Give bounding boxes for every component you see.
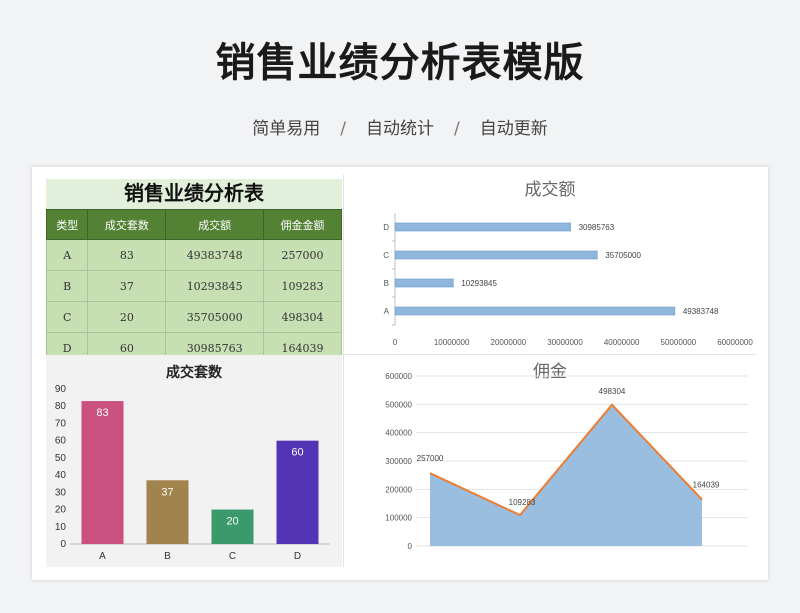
x-tick-label: 40000000 [604,338,640,347]
y-tick-label: 30 [55,487,67,498]
data-label: 49383748 [683,307,719,316]
table-cell: 109283 [263,270,342,302]
tagline-row: 简单易用 / 自动统计 / 自动更新 [0,114,800,139]
category-label: D [294,551,301,562]
commission-chart-svg: 佣金 0 100000 200000 300000 400000 500000 600000 2… [385,362,748,551]
bar-a [394,306,676,316]
y-tick-label: 500000 [385,400,412,409]
y-tick-label: 80 [55,401,67,412]
spreadsheet-preview: 销售业绩分析表 类型 成交套数 成交额 佣金金额 A 83 49383748 2… [32,167,768,580]
data-label: 20 [226,516,238,528]
y-tick-label: 100000 [385,514,412,523]
tagline-easy: 简单易用 [252,119,321,139]
area-fill [430,404,702,546]
y-tick-label: 0 [60,539,66,550]
table-cell: 37 [87,270,167,302]
deal-count-chart: 成交套数 0 10 20 30 40 50 60 70 80 90 83 A 37 B 20 C 60 D [46,355,342,567]
deal-amount-chart-svg: 成交额 A 49383748 B 10293845 C 35705000 D 30985763 0… [383,180,753,347]
y-tick-label: 0 [408,542,413,551]
tagline-separator: / [340,119,346,139]
chart-title: 佣金 [533,362,567,382]
column-header: 佣金金额 [263,209,342,240]
table-header-row: 类型 成交套数 成交额 佣金金额 [45,209,342,240]
y-tick-label: 200000 [385,485,412,494]
table-cell: B [45,270,89,302]
table-title: 销售业绩分析表 [46,179,342,210]
y-tick-label: 300000 [385,457,412,466]
column-header: 成交额 [165,209,265,240]
deal-count-chart-svg: 成交套数 0 10 20 30 40 50 60 70 80 90 83 A 37 B 20 C 60 D [55,364,330,562]
data-label: 257000 [417,454,444,463]
table-cell: 20 [87,301,167,333]
x-tick-label: 60000000 [717,338,753,347]
page-title: 销售业绩分析表模版 [215,40,585,86]
data-label: 109283 [509,498,536,507]
x-tick-label: 50000000 [661,338,697,347]
data-label: 30985763 [579,223,615,232]
data-label: 37 [161,486,173,498]
x-tick-label: 30000000 [547,338,583,347]
table-row: C 20 35705000 498304 [45,301,342,333]
y-tick-label: 20 [55,505,67,516]
table-cell: 257000 [263,239,342,271]
table-row: A 83 49383748 257000 [45,239,342,271]
table-cell: 35705000 [165,301,265,333]
category-label: B [384,279,389,288]
y-tick-label: 10 [55,522,67,533]
tagline-auto-stats: 自动统计 [366,119,434,139]
commission-chart: 佣金 0 100000 200000 300000 400000 500000 600000 2… [344,355,756,567]
data-label: 60 [291,447,303,459]
y-tick-label: 400000 [385,429,412,438]
deal-amount-chart: 成交额 A 49383748 B 10293845 C 35705000 D 30985763 0… [344,175,756,355]
bar-d [394,222,571,232]
data-label: 83 [96,407,108,419]
data-label: 10293845 [461,279,497,288]
tagline-separator: / [454,119,460,139]
y-tick-label: 40 [55,470,67,481]
column-header: 类型 [45,209,89,240]
table-cell: 83 [87,239,167,271]
category-label: C [229,551,236,562]
y-tick-label: 70 [55,418,67,429]
x-tick-label: 10000000 [434,338,470,347]
data-label: 498304 [599,387,626,396]
chart-title: 成交额 [525,180,576,200]
table-cell: A [45,239,89,271]
bar-b [394,278,454,288]
column-header: 成交套数 [87,209,167,240]
sales-table: 类型 成交套数 成交额 佣金金额 A 83 49383748 257000 B … [45,209,342,364]
tagline-auto-update: 自动更新 [479,119,548,139]
category-label: A [384,307,390,316]
bar-a [81,401,124,544]
table-cell: 10293845 [165,270,265,302]
category-label: A [99,551,106,562]
category-label: C [383,251,389,260]
table-row: B 37 10293845 109283 [45,270,342,302]
data-label: 164039 [693,481,720,490]
table-cell: C [45,301,89,333]
category-label: D [383,223,389,232]
x-tick-label: 20000000 [491,338,527,347]
y-tick-label: 90 [55,384,67,395]
data-label: 35705000 [605,251,641,260]
x-tick-label: 0 [393,338,398,347]
category-label: B [164,551,171,562]
table-cell: 498304 [263,301,342,333]
y-tick-label: 50 [55,453,67,464]
y-tick-label: 60 [55,436,67,447]
chart-title: 成交套数 [166,364,223,381]
y-tick-label: 600000 [385,372,412,381]
bar-c [394,250,598,260]
table-cell: 49383748 [165,239,265,271]
